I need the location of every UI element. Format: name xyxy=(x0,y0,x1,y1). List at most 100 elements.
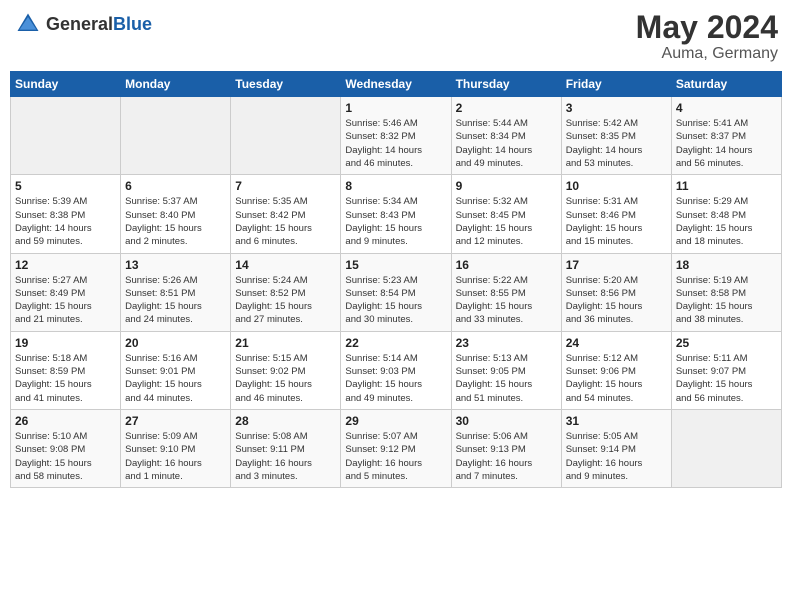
day-number: 24 xyxy=(566,336,667,350)
calendar-cell xyxy=(231,97,341,175)
day-number: 29 xyxy=(345,414,446,428)
day-info: Sunrise: 5:31 AMSunset: 8:46 PMDaylight:… xyxy=(566,195,667,248)
logo-icon xyxy=(14,10,42,38)
day-number: 17 xyxy=(566,258,667,272)
page-header: GeneralBlue May 2024 Auma, Germany xyxy=(10,10,782,63)
calendar-cell: 12Sunrise: 5:27 AMSunset: 8:49 PMDayligh… xyxy=(11,253,121,331)
day-info: Sunrise: 5:34 AMSunset: 8:43 PMDaylight:… xyxy=(345,195,446,248)
calendar-cell: 7 Sunrise: 5:35 AMSunset: 8:42 PMDaylight… xyxy=(231,175,341,253)
day-info: Sunrise: 5:08 AMSunset: 9:11 PMDaylight:… xyxy=(235,430,336,483)
calendar-cell: 30 Sunrise: 5:06 AMSunset: 9:13 PMDayligh… xyxy=(451,409,561,487)
day-info: Sunrise: 5:12 AMSunset: 9:06 PMDaylight:… xyxy=(566,352,667,405)
calendar-cell: 27Sunrise: 5:09 AMSunset: 9:10 PMDayligh… xyxy=(121,409,231,487)
day-info: Sunrise: 5:29 AMSunset: 8:48 PMDaylight:… xyxy=(676,195,777,248)
weekday-header: Wednesday xyxy=(341,72,451,97)
logo-text: GeneralBlue xyxy=(46,14,152,35)
day-number: 4 xyxy=(676,101,777,115)
month-title: May 2024 xyxy=(636,10,778,45)
weekday-header: Saturday xyxy=(671,72,781,97)
logo-blue: Blue xyxy=(113,14,152,34)
calendar-cell: 16 Sunrise: 5:22 AMSunset: 8:55 PMDayligh… xyxy=(451,253,561,331)
calendar-week-row: 19Sunrise: 5:18 AMSunset: 8:59 PMDayligh… xyxy=(11,331,782,409)
day-info: Sunrise: 5:09 AMSunset: 9:10 PMDaylight:… xyxy=(125,430,226,483)
day-info: Sunrise: 5:41 AMSunset: 8:37 PMDaylight:… xyxy=(676,117,777,170)
day-number: 16 xyxy=(456,258,557,272)
weekday-header: Friday xyxy=(561,72,671,97)
calendar-cell: 22 Sunrise: 5:14 AMSunset: 9:03 PMDayligh… xyxy=(341,331,451,409)
calendar-cell xyxy=(11,97,121,175)
calendar-cell: 28 Sunrise: 5:08 AMSunset: 9:11 PMDayligh… xyxy=(231,409,341,487)
day-number: 5 xyxy=(15,179,116,193)
day-info: Sunrise: 5:44 AMSunset: 8:34 PMDaylight:… xyxy=(456,117,557,170)
day-number: 1 xyxy=(345,101,446,115)
day-number: 31 xyxy=(566,414,667,428)
day-number: 23 xyxy=(456,336,557,350)
calendar-cell: 9Sunrise: 5:32 AMSunset: 8:45 PMDaylight… xyxy=(451,175,561,253)
calendar-cell: 13Sunrise: 5:26 AMSunset: 8:51 PMDayligh… xyxy=(121,253,231,331)
logo-general: General xyxy=(46,14,113,34)
calendar-cell: 3 Sunrise: 5:42 AMSunset: 8:35 PMDaylight… xyxy=(561,97,671,175)
day-info: Sunrise: 5:35 AMSunset: 8:42 PMDaylight:… xyxy=(235,195,336,248)
calendar-cell: 10 Sunrise: 5:31 AMSunset: 8:46 PMDayligh… xyxy=(561,175,671,253)
day-info: Sunrise: 5:42 AMSunset: 8:35 PMDaylight:… xyxy=(566,117,667,170)
day-number: 11 xyxy=(676,179,777,193)
calendar-cell: 5 Sunrise: 5:39 AMSunset: 8:38 PMDaylight… xyxy=(11,175,121,253)
calendar-cell: 31Sunrise: 5:05 AMSunset: 9:14 PMDayligh… xyxy=(561,409,671,487)
calendar-cell: 11 Sunrise: 5:29 AMSunset: 8:48 PMDayligh… xyxy=(671,175,781,253)
day-info: Sunrise: 5:06 AMSunset: 9:13 PMDaylight:… xyxy=(456,430,557,483)
day-info: Sunrise: 5:10 AMSunset: 9:08 PMDaylight:… xyxy=(15,430,116,483)
day-number: 28 xyxy=(235,414,336,428)
calendar-cell: 2 Sunrise: 5:44 AMSunset: 8:34 PMDaylight… xyxy=(451,97,561,175)
day-info: Sunrise: 5:27 AMSunset: 8:49 PMDaylight:… xyxy=(15,274,116,327)
logo: GeneralBlue xyxy=(14,10,152,38)
calendar-cell: 8 Sunrise: 5:34 AMSunset: 8:43 PMDaylight… xyxy=(341,175,451,253)
day-info: Sunrise: 5:15 AMSunset: 9:02 PMDaylight:… xyxy=(235,352,336,405)
day-info: Sunrise: 5:19 AMSunset: 8:58 PMDaylight:… xyxy=(676,274,777,327)
day-info: Sunrise: 5:39 AMSunset: 8:38 PMDaylight:… xyxy=(15,195,116,248)
calendar-week-row: 12Sunrise: 5:27 AMSunset: 8:49 PMDayligh… xyxy=(11,253,782,331)
day-number: 22 xyxy=(345,336,446,350)
calendar-week-row: 1 Sunrise: 5:46 AMSunset: 8:32 PMDaylight… xyxy=(11,97,782,175)
title-block: May 2024 Auma, Germany xyxy=(636,10,778,63)
calendar-cell: 24 Sunrise: 5:12 AMSunset: 9:06 PMDayligh… xyxy=(561,331,671,409)
day-info: Sunrise: 5:14 AMSunset: 9:03 PMDaylight:… xyxy=(345,352,446,405)
day-info: Sunrise: 5:22 AMSunset: 8:55 PMDaylight:… xyxy=(456,274,557,327)
day-number: 26 xyxy=(15,414,116,428)
day-info: Sunrise: 5:24 AMSunset: 8:52 PMDaylight:… xyxy=(235,274,336,327)
day-info: Sunrise: 5:13 AMSunset: 9:05 PMDaylight:… xyxy=(456,352,557,405)
day-info: Sunrise: 5:32 AMSunset: 8:45 PMDaylight:… xyxy=(456,195,557,248)
day-info: Sunrise: 5:37 AMSunset: 8:40 PMDaylight:… xyxy=(125,195,226,248)
calendar-table: SundayMondayTuesdayWednesdayThursdayFrid… xyxy=(10,71,782,488)
calendar-cell: 15Sunrise: 5:23 AMSunset: 8:54 PMDayligh… xyxy=(341,253,451,331)
day-number: 2 xyxy=(456,101,557,115)
calendar-cell: 4 Sunrise: 5:41 AMSunset: 8:37 PMDaylight… xyxy=(671,97,781,175)
day-number: 13 xyxy=(125,258,226,272)
weekday-header: Monday xyxy=(121,72,231,97)
calendar-cell: 20Sunrise: 5:16 AMSunset: 9:01 PMDayligh… xyxy=(121,331,231,409)
day-info: Sunrise: 5:46 AMSunset: 8:32 PMDaylight:… xyxy=(345,117,446,170)
day-number: 21 xyxy=(235,336,336,350)
calendar-week-row: 26 Sunrise: 5:10 AMSunset: 9:08 PMDayligh… xyxy=(11,409,782,487)
weekday-header: Sunday xyxy=(11,72,121,97)
day-info: Sunrise: 5:23 AMSunset: 8:54 PMDaylight:… xyxy=(345,274,446,327)
day-number: 7 xyxy=(235,179,336,193)
day-number: 3 xyxy=(566,101,667,115)
day-number: 30 xyxy=(456,414,557,428)
day-info: Sunrise: 5:11 AMSunset: 9:07 PMDaylight:… xyxy=(676,352,777,405)
day-number: 6 xyxy=(125,179,226,193)
day-number: 8 xyxy=(345,179,446,193)
day-info: Sunrise: 5:18 AMSunset: 8:59 PMDaylight:… xyxy=(15,352,116,405)
calendar-cell xyxy=(671,409,781,487)
calendar-cell: 19Sunrise: 5:18 AMSunset: 8:59 PMDayligh… xyxy=(11,331,121,409)
calendar-cell xyxy=(121,97,231,175)
calendar-cell: 14Sunrise: 5:24 AMSunset: 8:52 PMDayligh… xyxy=(231,253,341,331)
calendar-cell: 25 Sunrise: 5:11 AMSunset: 9:07 PMDayligh… xyxy=(671,331,781,409)
location-title: Auma, Germany xyxy=(636,45,778,63)
day-number: 10 xyxy=(566,179,667,193)
calendar-cell: 18 Sunrise: 5:19 AMSunset: 8:58 PMDayligh… xyxy=(671,253,781,331)
weekday-header: Thursday xyxy=(451,72,561,97)
calendar-cell: 23 Sunrise: 5:13 AMSunset: 9:05 PMDayligh… xyxy=(451,331,561,409)
day-info: Sunrise: 5:16 AMSunset: 9:01 PMDaylight:… xyxy=(125,352,226,405)
day-number: 25 xyxy=(676,336,777,350)
day-number: 18 xyxy=(676,258,777,272)
